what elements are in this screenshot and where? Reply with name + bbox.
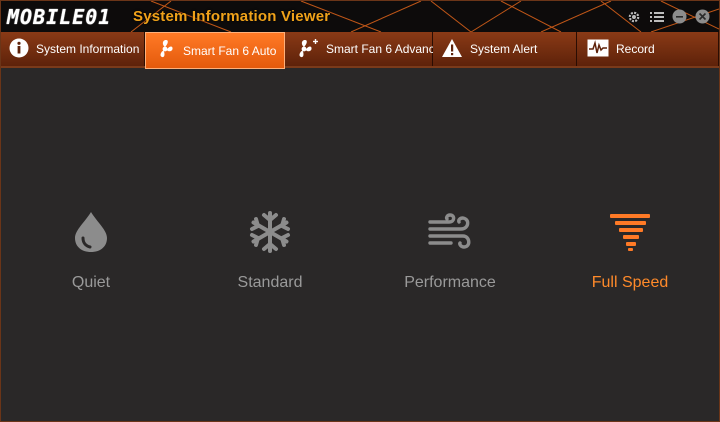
tab-smart-fan-6-advanced[interactable]: Smart Fan 6 Advanced [285,32,448,66]
snowflake-icon [246,208,294,256]
tab-label: System Information [36,42,140,56]
tab-record[interactable]: Record [577,32,719,66]
tab-bar: System Information Smart Fan 6 Auto Smar… [1,32,719,69]
fan-mode-panel: Quiet Standard Performance Full Speed [1,68,719,420]
tab-system-alert[interactable]: System Alert [433,32,577,66]
fan-plus-icon [293,37,319,62]
list-icon[interactable] [648,8,665,25]
warning-icon [441,38,463,61]
tab-label: Smart Fan 6 Auto [183,43,277,58]
gear-icon[interactable] [625,8,642,25]
title-bar: MOBILE01 System Information Viewer [1,1,719,32]
mode-label: Standard [237,274,303,291]
mode-quiet[interactable]: Quiet [1,208,181,292]
close-icon[interactable] [694,8,711,25]
tab-system-information[interactable]: System Information [1,32,145,66]
chart-icon [587,39,609,60]
info-icon [9,38,29,61]
tornado-icon [606,208,654,256]
wind-icon [426,208,474,256]
tab-label: Smart Fan 6 Advanced [326,42,449,56]
mode-label: Full Speed [591,274,669,291]
app-logo: MOBILE01 [7,4,111,30]
mode-label: Performance [404,274,496,291]
tab-label: System Alert [470,42,538,56]
fan-icon [154,38,176,63]
mode-label: Quiet [71,274,111,291]
mode-full-speed[interactable]: Full Speed [540,208,720,292]
mode-standard[interactable]: Standard [180,208,360,292]
app-title: System Information Viewer [133,8,331,25]
window-controls [625,8,711,25]
tab-smart-fan-6-auto[interactable]: Smart Fan 6 Auto [145,32,285,69]
water-drop-icon [67,208,115,256]
logo-text: MOBILE01 [7,5,112,29]
tab-label: Record [616,42,655,56]
minimize-icon[interactable] [671,8,688,25]
mode-performance[interactable]: Performance [360,208,540,292]
